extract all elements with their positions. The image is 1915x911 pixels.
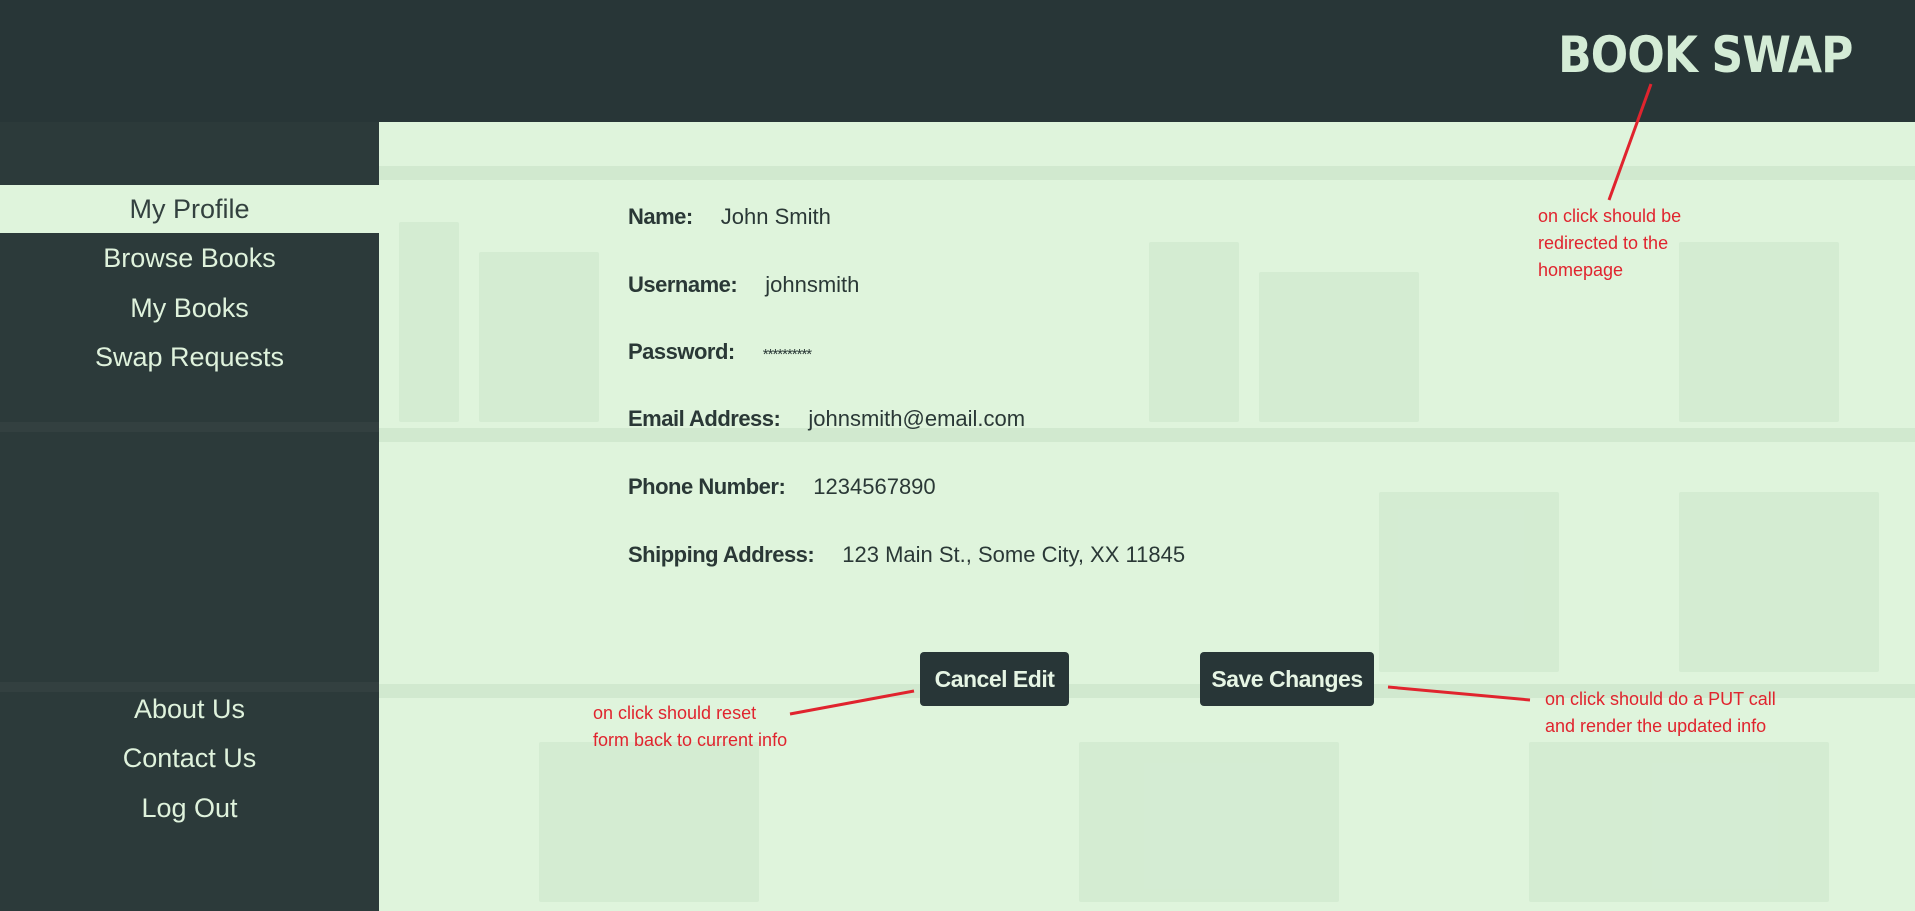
cancel-annotation-note: on click should reset form back to curre… [593,703,788,750]
annotation-arrows [789,83,1653,716]
cancel-annotation-arrow [789,689,915,716]
save-annotation-note: on click should do a PUT call and render… [1545,689,1776,736]
brand-annotation-arrow [1607,83,1653,201]
save-annotation-arrow [1387,685,1531,702]
brand-annotation-note: on click should be redirected to the hom… [1538,206,1682,280]
